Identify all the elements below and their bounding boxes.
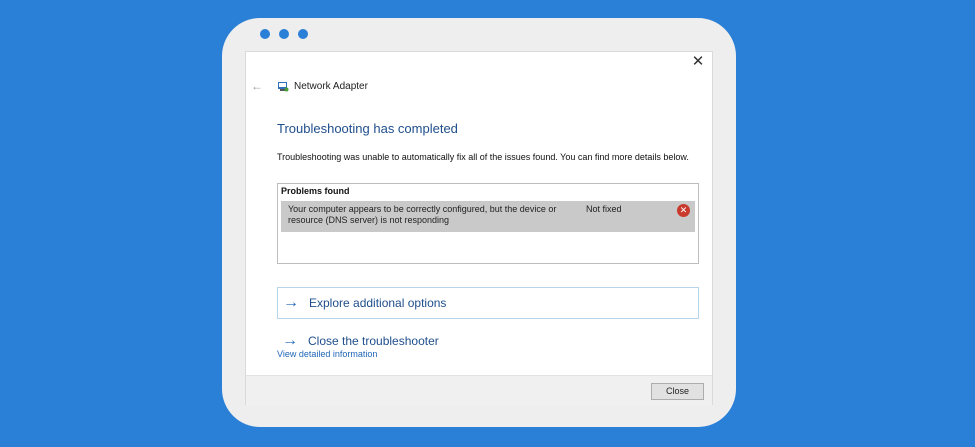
- troubleshooter-dialog: ✕ ← Network Adapter Troubleshooting has …: [245, 51, 713, 406]
- problems-panel: Problems found Your computer appears to …: [277, 183, 699, 264]
- window-dot-2: [279, 29, 289, 39]
- problem-row[interactable]: Your computer appears to be correctly co…: [281, 201, 695, 232]
- window-title: Network Adapter: [294, 80, 368, 92]
- close-icon[interactable]: ✕: [691, 54, 705, 69]
- dialog-footer: Close: [246, 375, 712, 406]
- problem-text: Your computer appears to be correctly co…: [288, 204, 557, 225]
- arrow-right-icon: →: [282, 332, 298, 349]
- explore-options-button[interactable]: → Explore additional options: [277, 287, 699, 319]
- arrow-right-icon: →: [283, 294, 299, 311]
- app-frame: ✕ ← Network Adapter Troubleshooting has …: [222, 18, 736, 427]
- problems-title: Problems found: [281, 186, 350, 196]
- close-button[interactable]: Close: [651, 383, 704, 400]
- view-details-link[interactable]: View detailed information: [277, 349, 377, 359]
- page-title: Troubleshooting has completed: [277, 121, 458, 136]
- title-bar: ← Network Adapter: [251, 79, 368, 93]
- problem-status: Not fixed: [586, 204, 622, 214]
- back-arrow-icon[interactable]: ←: [251, 79, 263, 93]
- network-adapter-icon: [278, 82, 289, 92]
- window-dot-1: [260, 29, 270, 39]
- window-dot-3: [298, 29, 308, 39]
- description-text: Troubleshooting was unable to automatica…: [277, 152, 689, 162]
- option-label: Close the troubleshooter: [308, 334, 439, 348]
- error-icon: ✕: [677, 204, 690, 217]
- window-dots: [260, 29, 308, 39]
- option-label: Explore additional options: [309, 296, 447, 310]
